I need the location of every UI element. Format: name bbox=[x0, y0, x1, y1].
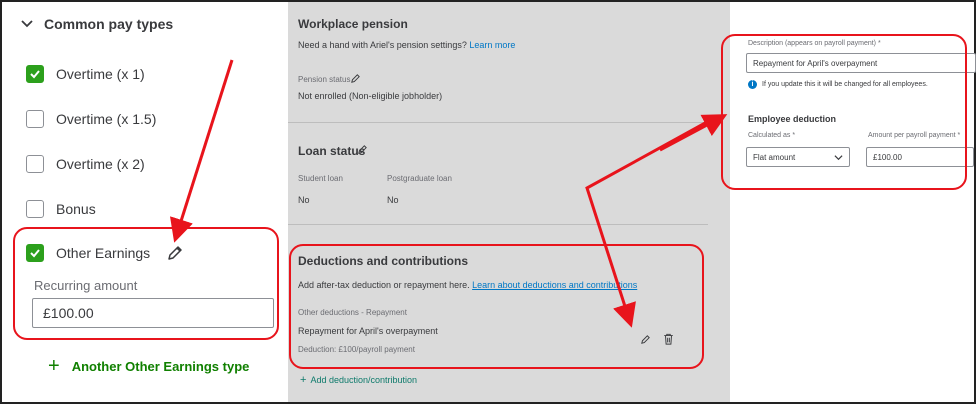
student-loan-label: Student loan bbox=[298, 174, 343, 183]
postgrad-loan-value: No bbox=[387, 195, 399, 205]
add-deduction-link[interactable]: + Add deduction/contribution bbox=[300, 374, 417, 386]
plus-icon: + bbox=[300, 374, 307, 386]
pay-type-label: Overtime (x 1.5) bbox=[56, 111, 157, 127]
common-pay-types-header[interactable]: Common pay types bbox=[20, 16, 173, 32]
checkbox-checked[interactable] bbox=[26, 65, 44, 83]
chevron-down-icon bbox=[21, 20, 33, 28]
checkbox-unchecked[interactable] bbox=[26, 200, 44, 218]
annotation-box-other-earnings bbox=[13, 227, 279, 340]
pay-type-bonus[interactable]: Bonus bbox=[26, 200, 96, 218]
pension-help: Need a hand with Ariel's pension setting… bbox=[298, 40, 515, 50]
pencil-edit-icon[interactable] bbox=[357, 144, 368, 155]
add-deduction-label: Add deduction/contribution bbox=[310, 375, 418, 385]
section-divider bbox=[288, 122, 708, 123]
pay-type-label: Bonus bbox=[56, 201, 96, 217]
pencil-edit-icon[interactable] bbox=[350, 73, 361, 84]
pay-type-overtime-x2[interactable]: Overtime (x 2) bbox=[26, 155, 145, 173]
learn-more-link[interactable]: Learn more bbox=[469, 40, 515, 50]
another-label: Another Other Earnings type bbox=[71, 358, 250, 374]
pay-type-label: Overtime (x 2) bbox=[56, 156, 145, 172]
pay-type-overtime-x1-5[interactable]: Overtime (x 1.5) bbox=[26, 110, 156, 128]
pension-status-value: Not enrolled (Non-eligible jobholder) bbox=[298, 91, 443, 101]
pay-type-label: Overtime (x 1) bbox=[56, 66, 145, 82]
checkbox-unchecked[interactable] bbox=[26, 110, 44, 128]
checkbox-unchecked[interactable] bbox=[26, 155, 44, 173]
student-loan-value: No bbox=[298, 195, 310, 205]
plus-icon: + bbox=[48, 355, 60, 377]
pension-help-text: Need a hand with Ariel's pension setting… bbox=[298, 40, 467, 50]
annotation-box-deduction-form bbox=[721, 34, 967, 190]
add-other-earnings-type-link[interactable]: + Another Other Earnings type bbox=[48, 355, 250, 377]
pension-status-label: Pension status bbox=[298, 75, 351, 84]
section-divider bbox=[288, 224, 708, 225]
postgrad-loan-label: Postgraduate loan bbox=[387, 174, 452, 183]
pension-title: Workplace pension bbox=[298, 17, 408, 31]
checkmark-icon bbox=[30, 70, 40, 79]
pay-type-overtime-x1[interactable]: Overtime (x 1) bbox=[26, 65, 145, 83]
loan-status-title: Loan status bbox=[298, 144, 366, 158]
pay-types-panel: Common pay types Overtime (x 1) Overtime… bbox=[2, 2, 288, 402]
section-title: Common pay types bbox=[44, 16, 174, 32]
annotation-box-deductions bbox=[289, 244, 704, 369]
